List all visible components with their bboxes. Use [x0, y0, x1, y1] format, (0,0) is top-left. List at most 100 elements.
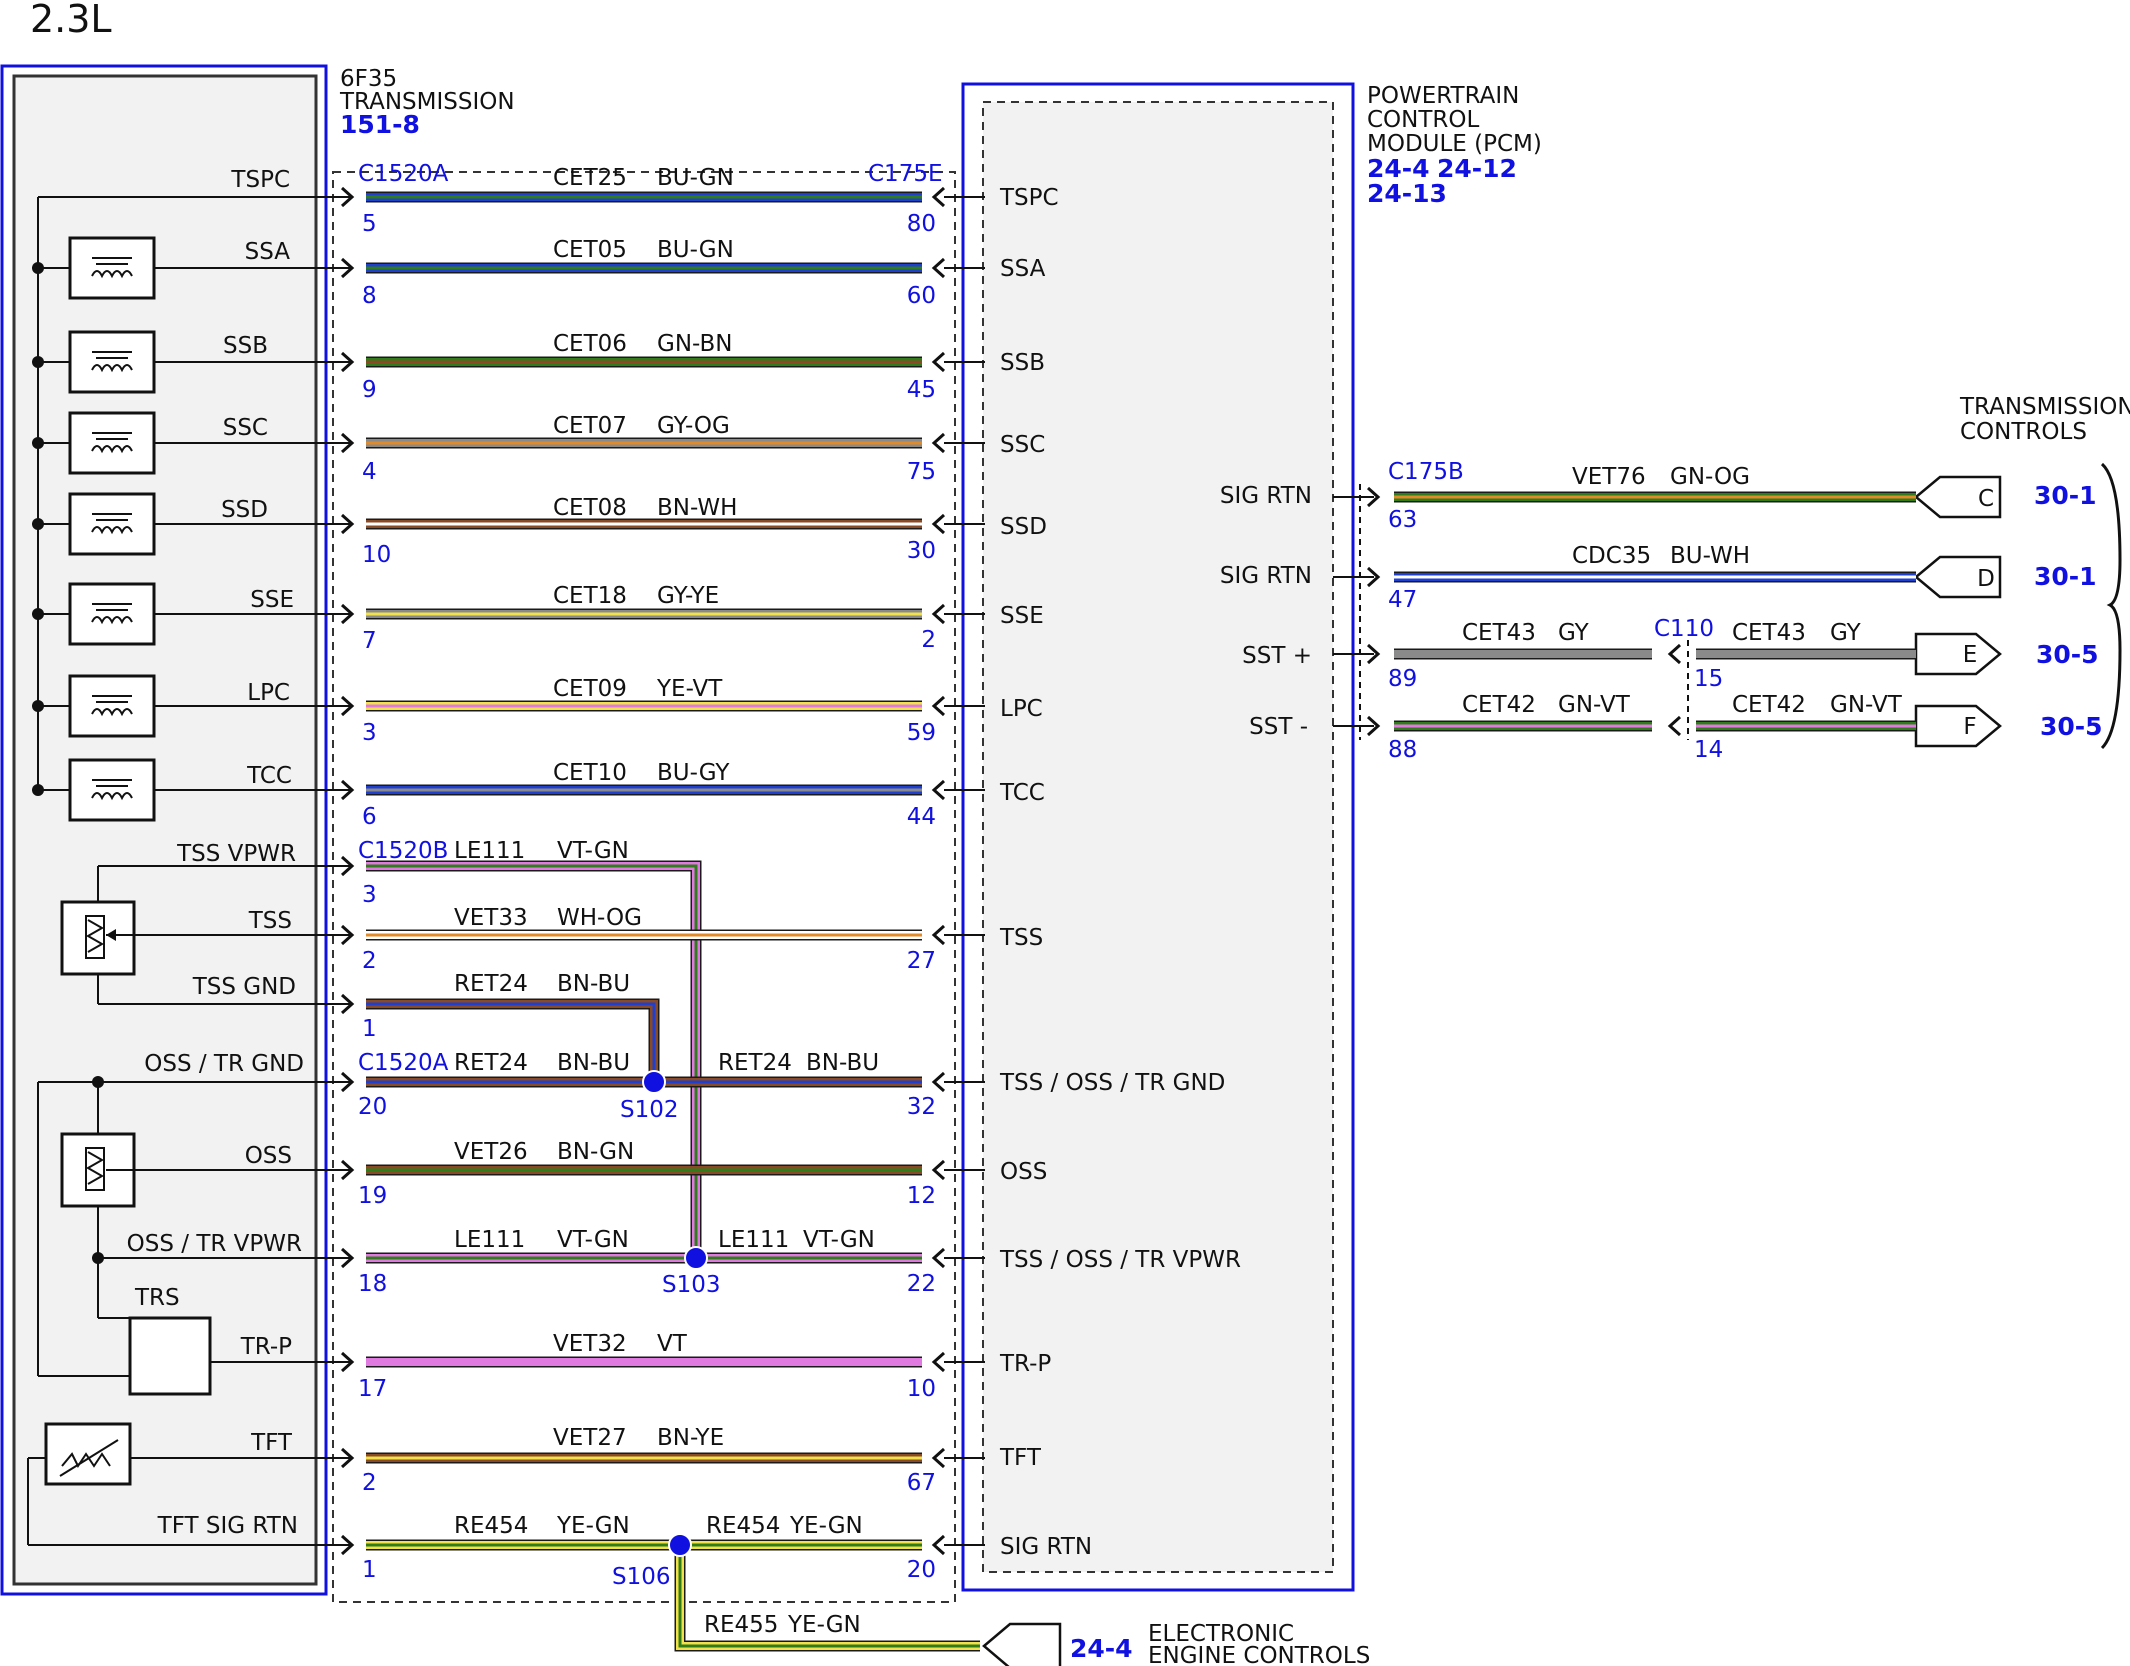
wire-color: GY-OG	[657, 413, 730, 439]
left-label: OSS / TR VPWR	[127, 1231, 302, 1257]
pcm-label: SSD	[1000, 514, 1047, 540]
transmission-ref[interactable]: 151-8	[340, 110, 420, 139]
connector-chevron	[1667, 715, 1682, 737]
wire-color: GN-BN	[657, 331, 733, 357]
pin-right: 45	[907, 377, 936, 403]
ref[interactable]: 30-1	[2034, 562, 2097, 591]
circuit-number: RE454	[454, 1513, 528, 1539]
connector-c1520a-bottom: C1520A	[358, 1050, 449, 1076]
pin-left: 10	[362, 542, 391, 568]
engine-label: 2.3L	[30, 0, 112, 41]
trs-box	[128, 1316, 212, 1396]
connector-chevron	[1667, 643, 1682, 665]
pin-right: 10	[907, 1376, 936, 1402]
circuit-number: VET76	[1572, 464, 1646, 490]
wire-color: BN-BU	[557, 971, 630, 997]
left-label: TSS GND	[192, 974, 296, 1000]
pin-right: 59	[907, 720, 936, 746]
pin-right: 2	[921, 627, 936, 653]
pcm-label: TR-P	[999, 1351, 1051, 1377]
circuit-number-right: RE454	[706, 1513, 780, 1539]
re455-color: YE-GN	[787, 1612, 861, 1638]
wire-color: WH-OG	[557, 905, 642, 931]
pin-left: 19	[358, 1183, 387, 1209]
wire-color: VT-GN	[557, 1227, 629, 1253]
pin-right: 32	[907, 1094, 936, 1120]
pin-left: 18	[358, 1271, 387, 1297]
pin: 47	[1388, 587, 1417, 613]
circuit-number: CDC35	[1572, 543, 1651, 569]
circuit-number-right: RET24	[718, 1050, 792, 1076]
left-label: TR-P	[240, 1334, 292, 1360]
pin: 63	[1388, 507, 1417, 533]
connector-c1520b: C1520B	[358, 838, 448, 864]
connector-letter: E	[1963, 642, 1978, 668]
output-connector	[1914, 632, 2002, 676]
splice-s106	[668, 1533, 692, 1557]
wiring-diagram: 2.3L 6F35 TRANSMISSION 151-8 POWERTRAIN …	[0, 0, 2130, 1666]
solenoid-box	[68, 582, 156, 646]
solenoid-box	[68, 236, 156, 300]
pcm-ref-3[interactable]: 24-13	[1367, 179, 1447, 208]
solenoid-box	[68, 674, 156, 738]
ref[interactable]: 30-1	[2034, 481, 2097, 510]
pin-right: 27	[907, 948, 936, 974]
connector-chevron	[931, 257, 946, 279]
connector-chevron	[931, 779, 946, 801]
ref[interactable]: 30-5	[2036, 640, 2099, 669]
pcm-label: TSS	[999, 925, 1043, 951]
connector-chevron	[931, 1247, 946, 1269]
splice-label: S106	[612, 1564, 671, 1590]
circuit-number: CET06	[553, 331, 627, 357]
connector-c175e: C175E	[868, 161, 943, 187]
connector-chevron	[931, 1071, 946, 1093]
wire-color-b: GY	[1830, 620, 1862, 646]
re455-circuit: RE455	[704, 1612, 778, 1638]
pin-left: 8	[362, 283, 377, 309]
ref[interactable]: 30-5	[2040, 712, 2103, 741]
trs-label: TRS	[134, 1285, 180, 1311]
pcm-label: TSPC	[999, 185, 1059, 211]
wire-color: BU-WH	[1670, 543, 1750, 569]
circuit-number: VET32	[553, 1331, 627, 1357]
left-label: SSE	[250, 587, 294, 613]
pcm-label: SST +	[1242, 643, 1312, 669]
pcm-label: LPC	[1000, 696, 1043, 722]
pcm-ref-2[interactable]: 24-12	[1437, 154, 1517, 183]
pin-right: 12	[907, 1183, 936, 1209]
connector-chevron	[931, 351, 946, 373]
left-label: OSS / TR GND	[144, 1051, 304, 1077]
left-label: OSS	[245, 1143, 292, 1169]
left-label: TSPC	[230, 167, 290, 193]
pin-right: 80	[907, 211, 936, 237]
circuit-number: VET33	[454, 905, 528, 931]
wire-color-b: GN-VT	[1830, 692, 1903, 718]
pin-right: 75	[907, 459, 936, 485]
circuit-number: CET10	[553, 760, 627, 786]
wire-color: YE-GN	[556, 1513, 630, 1539]
circuit-number: CET18	[553, 583, 627, 609]
wire-color: BU-GN	[657, 165, 734, 191]
circuit-number: LE111	[454, 1227, 525, 1253]
wire-color-right: YE-GN	[789, 1513, 863, 1539]
pcm-label: SSE	[1000, 603, 1044, 629]
engine-controls-ref[interactable]: 24-4	[1070, 1634, 1133, 1663]
pin-left: 6	[362, 804, 377, 830]
pin-left: 3	[362, 882, 377, 908]
left-label: LPC	[247, 680, 290, 706]
connector-chevron	[931, 513, 946, 535]
pcm-label: TSS / OSS / TR VPWR	[999, 1247, 1241, 1273]
circuit-number: CET05	[553, 237, 627, 263]
pin-right: 44	[907, 804, 936, 830]
engine-controls-label-2: ENGINE CONTROLS	[1148, 1643, 1370, 1666]
pcm-label: SSA	[1000, 256, 1046, 282]
connector-chevron	[931, 432, 946, 454]
left-label: TFT	[250, 1430, 293, 1456]
pcm-name-2: CONTROL	[1367, 107, 1480, 133]
connector-c175b: C175B	[1388, 459, 1464, 485]
circuit-number: CET42	[1462, 692, 1536, 718]
wire-color: BN-YE	[657, 1425, 724, 1451]
circuit-number: CET25	[553, 165, 627, 191]
pcm-label: SSB	[1000, 350, 1045, 376]
connector-chevron	[931, 695, 946, 717]
